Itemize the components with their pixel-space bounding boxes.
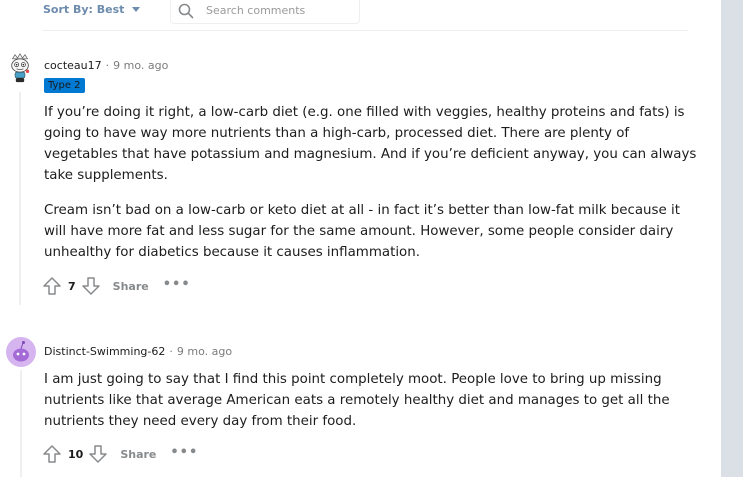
search-placeholder: Search comments <box>206 4 306 17</box>
snoo-avatar-icon[interactable] <box>6 337 36 367</box>
upvote-arrow-icon[interactable] <box>42 276 62 296</box>
vote-count: 7 <box>68 279 76 293</box>
search-icon <box>178 3 194 18</box>
comment-author[interactable]: cocteau17 <box>44 59 102 72</box>
more-options-button[interactable]: ••• <box>163 278 191 291</box>
share-button[interactable]: Share <box>113 280 149 293</box>
search-comments-field[interactable]: Search comments <box>170 0 360 24</box>
comment-meta: cocteau17 · 9 mo. ago <box>44 59 168 72</box>
share-button[interactable]: Share <box>120 448 156 461</box>
downvote-arrow-icon[interactable] <box>88 444 108 464</box>
meta-separator: · <box>105 59 110 72</box>
user-flair: Type 2 <box>44 78 85 93</box>
comment-timestamp[interactable]: 9 mo. ago <box>177 345 232 358</box>
divider <box>42 30 688 31</box>
thread-collapse-line[interactable] <box>20 370 22 477</box>
caret-down-icon <box>132 7 141 12</box>
sort-label: Sort By: Best <box>43 3 125 16</box>
vote-count: 10 <box>68 447 84 461</box>
comment-actions: 10 Share ••• <box>42 443 198 465</box>
comment-paragraph: I am just going to say that I find this … <box>44 372 670 429</box>
comment-meta: Distinct-Swimming-62 · 9 mo. ago <box>44 345 232 358</box>
comments-toolbar: Sort By: Best Search comments <box>0 0 721 31</box>
comment-author[interactable]: Distinct-Swimming-62 <box>44 345 165 358</box>
comment-actions: 7 Share ••• <box>42 275 191 297</box>
comment-paragraph: If you’re doing it right, a low-carb die… <box>44 105 697 183</box>
downvote-arrow-icon[interactable] <box>81 276 101 296</box>
snoo-avatar-icon[interactable] <box>5 53 35 83</box>
comment-paragraph: Cream isn’t bad on a low-carb or keto di… <box>44 203 680 260</box>
upvote-arrow-icon[interactable] <box>42 444 62 464</box>
sort-dropdown[interactable]: Sort By: Best <box>43 3 141 16</box>
meta-separator: · <box>169 345 173 358</box>
comment-timestamp[interactable]: 9 mo. ago <box>113 59 168 72</box>
more-options-button[interactable]: ••• <box>170 446 198 459</box>
page-scrollbar[interactable] <box>721 0 743 477</box>
thread-collapse-line[interactable] <box>19 92 21 305</box>
